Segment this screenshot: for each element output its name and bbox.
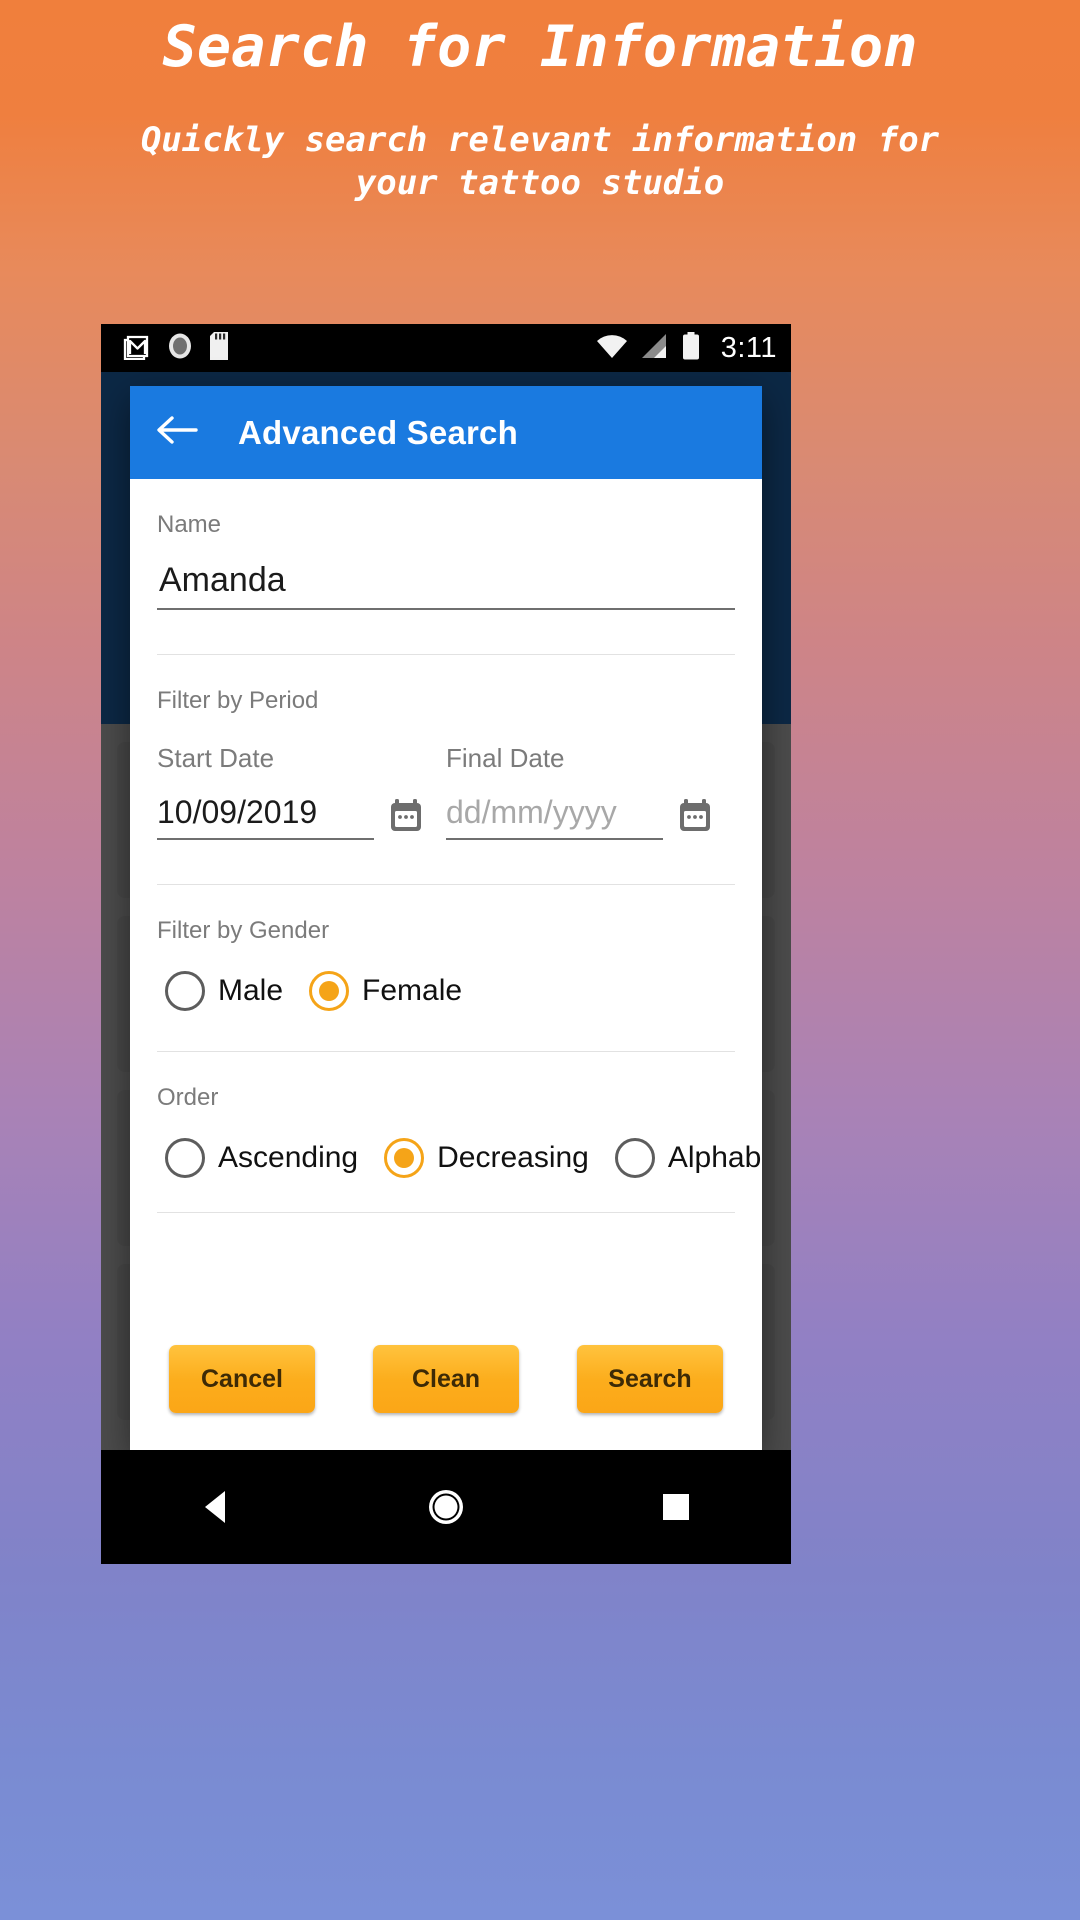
gender-section-label: Filter by Gender [157, 917, 330, 944]
order-option-alphabetical[interactable]: Alphabetical [614, 1138, 762, 1178]
clean-button[interactable]: Clean [373, 1345, 519, 1413]
promo-subtitle: Quickly search relevant information for … [140, 119, 940, 204]
date-inputs-row: 10/09/2019 dd/mm/yyyy [157, 794, 735, 840]
dialog-title: Advanced Search [238, 413, 518, 451]
final-date-calendar-icon[interactable] [673, 794, 717, 838]
start-date-underline [157, 838, 374, 840]
radio-unchecked-icon [614, 1138, 655, 1178]
circle-app-icon [167, 332, 193, 365]
gender-option-female[interactable]: Female [309, 971, 462, 1011]
promo-title: Search for Information [162, 14, 918, 80]
nav-home-icon[interactable] [376, 1450, 516, 1564]
start-date-calendar-icon[interactable] [384, 794, 428, 838]
name-field-label: Name [157, 511, 222, 538]
battery-icon [681, 331, 701, 366]
start-date-label-col: Start Date [157, 743, 446, 774]
gender-option-female-label: Female [362, 974, 463, 1007]
divider-after-order [157, 1212, 735, 1213]
status-bar-left-icons [123, 331, 231, 366]
start-date-label: Start Date [157, 743, 275, 773]
sd-card-icon [207, 331, 231, 366]
final-date-input[interactable]: dd/mm/yyyy [446, 794, 663, 840]
nav-recents-icon[interactable] [606, 1450, 746, 1564]
android-nav-bar [101, 1450, 791, 1564]
name-input[interactable]: Amanda [157, 539, 735, 610]
period-section-label: Filter by Period [157, 687, 319, 714]
search-button[interactable]: Search [577, 1345, 723, 1413]
order-radio-group: Ascending Decreasing Alphabetical [157, 1112, 762, 1208]
final-date-label: Final Date [446, 743, 565, 773]
final-date-underline [446, 838, 663, 840]
dialog-actions: Cancel Clean Search [157, 1345, 735, 1413]
advanced-search-dialog: Advanced Search Name Amanda Filter by Pe… [130, 386, 762, 1451]
final-date-cell: dd/mm/yyyy [446, 794, 735, 840]
start-date-input[interactable]: 10/09/2019 [157, 794, 374, 840]
cellular-signal-icon [640, 332, 670, 365]
radio-checked-icon [384, 1138, 425, 1178]
promo-header: Search for Information Quickly search re… [0, 0, 1080, 206]
name-input-value: Amanda [159, 561, 286, 599]
gender-radio-group: Male Female [157, 945, 735, 1041]
cancel-button[interactable]: Cancel [169, 1345, 315, 1413]
radio-checked-icon [309, 971, 350, 1011]
dialog-body: Name Amanda Filter by Period Start Date … [130, 479, 762, 1413]
final-date-label-col: Final Date [446, 743, 735, 774]
radio-unchecked-icon [165, 971, 205, 1011]
order-option-ascending[interactable]: Ascending [165, 1138, 358, 1178]
dialog-appbar: Advanced Search [130, 386, 762, 479]
gender-option-male-label: Male [218, 974, 284, 1007]
gender-option-male[interactable]: Male [165, 971, 283, 1011]
final-date-placeholder: dd/mm/yyyy [446, 794, 617, 830]
status-bar: 3:11 [101, 324, 791, 372]
order-section-label: Order [157, 1084, 219, 1111]
wifi-icon [595, 332, 629, 365]
start-date-value: 10/09/2019 [157, 794, 318, 830]
start-date-cell: 10/09/2019 [157, 794, 446, 840]
order-option-decreasing[interactable]: Decreasing [384, 1138, 589, 1178]
order-option-alphabetical-label: Alphabetical [667, 1141, 762, 1174]
radio-unchecked-icon [165, 1138, 205, 1178]
order-option-ascending-label: Ascending [218, 1141, 359, 1174]
back-arrow-icon[interactable] [156, 414, 198, 451]
nav-back-icon[interactable] [146, 1450, 286, 1564]
gmail-icon [123, 332, 153, 365]
status-bar-right-icons: 3:11 [595, 331, 777, 366]
order-option-decreasing-label: Decreasing [437, 1141, 589, 1174]
status-bar-clock: 3:11 [720, 331, 777, 364]
phone-frame: 3:11 Advanced Search Name Amanda Filter … [101, 324, 791, 1564]
name-input-underline [157, 608, 735, 610]
